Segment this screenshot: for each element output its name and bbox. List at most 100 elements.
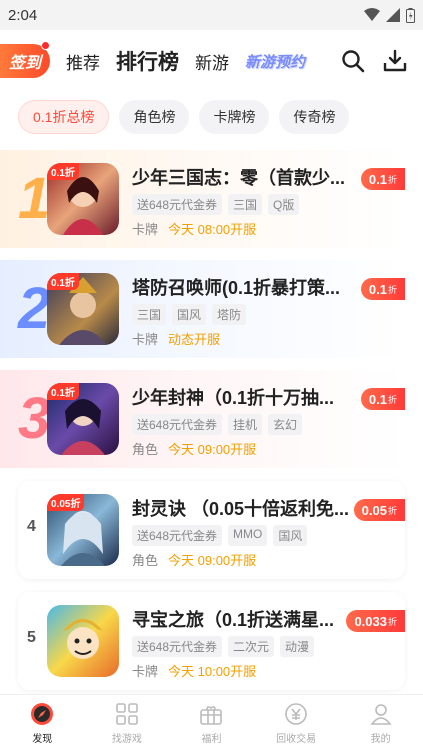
discount-value: 0.1 (368, 281, 387, 297)
search-icon[interactable] (341, 49, 365, 73)
game-category: 卡牌 (132, 332, 159, 347)
game-tag: 送648元代金券 (132, 414, 223, 435)
game-tag: 二次元 (228, 636, 275, 657)
rank-number: 3 (18, 386, 51, 451)
discount-badge: 0.1 折 (360, 388, 405, 410)
signal-icon (386, 8, 400, 22)
icon-badge: 0.05折 (47, 494, 85, 511)
recycle-coin-icon (285, 703, 307, 725)
server-open-time: 今天 10:00开服 (168, 664, 257, 679)
server-open-time: 动态开服 (168, 332, 221, 347)
chip-legend[interactable]: 传奇榜 (279, 100, 350, 134)
game-tag: 玄幻 (268, 414, 303, 435)
game-tag: 送648元代金券 (132, 525, 223, 546)
game-card[interactable]: 4 0.05折 封灵诀 （0.05十倍返利免... 送648元代金券 MMO 国… (18, 481, 405, 579)
tab-preorder[interactable]: 新游预约 (245, 51, 305, 72)
bottom-nav-label: 找游戏 (111, 734, 142, 745)
top-nav: 签到 推荐 排行榜 新游 新游预约 (0, 30, 423, 92)
gift-icon (200, 706, 223, 725)
status-bar: 2:04 (0, 0, 423, 30)
game-category: 角色 (132, 442, 159, 457)
bottom-nav-welfare[interactable]: 福利 (169, 695, 254, 752)
bottom-nav-label: 福利 (201, 734, 222, 745)
download-icon[interactable] (383, 49, 407, 73)
discount-unit: 折 (387, 174, 397, 185)
game-tag: 动漫 (280, 636, 315, 657)
game-tag: 三国 (132, 304, 167, 325)
signin-button[interactable]: 签到 (0, 41, 50, 78)
server-open-time: 今天 09:00开服 (168, 553, 257, 568)
game-category: 卡牌 (132, 664, 159, 679)
discount-unit: 折 (387, 284, 397, 295)
discount-badge: 0.033 折 (346, 610, 405, 632)
bottom-nav-label: 我的 (370, 734, 391, 745)
discount-value: 0.1 (368, 391, 387, 407)
discount-unit: 折 (387, 505, 397, 516)
discount-badge: 0.1 折 (360, 278, 405, 300)
discount-value: 0.1 (368, 171, 387, 187)
game-card[interactable]: 2 0.1折 塔防召唤师(0.1折暴打策... 三国 国风 塔防 卡牌 动态开服… (0, 260, 405, 358)
icon-badge: 0.1折 (47, 383, 79, 400)
game-tag: 三国 (228, 194, 263, 215)
chip-overall[interactable]: 0.1折总榜 (18, 100, 110, 134)
game-tag: 国风 (172, 304, 207, 325)
discount-value: 0.05 (361, 502, 387, 518)
chip-card[interactable]: 卡牌榜 (199, 100, 270, 134)
bottom-nav-label: 回收交易 (276, 734, 317, 745)
game-icon[interactable] (47, 605, 119, 677)
bottom-nav-discover[interactable]: 发现 (0, 695, 85, 752)
bottom-nav-recycle-trade[interactable]: 回收交易 (254, 695, 339, 752)
bottom-nav: 发现 找游戏 福利 回收交易 我的 (0, 694, 423, 752)
rank-number: 5 (27, 629, 36, 646)
game-icon[interactable]: 0.1折 (47, 163, 119, 235)
tab-recommend[interactable]: 推荐 (66, 49, 100, 74)
game-tag: MMO (228, 525, 268, 546)
icon-badge: 0.1折 (47, 163, 79, 180)
rank-number: 2 (18, 276, 51, 341)
user-icon (370, 704, 392, 725)
game-icon[interactable]: 0.1折 (47, 273, 119, 345)
game-category: 卡牌 (132, 222, 159, 237)
status-time: 2:04 (8, 6, 38, 24)
game-title: 寻宝之旅（0.1折送满星... (132, 610, 335, 630)
compass-icon (31, 703, 54, 725)
bottom-nav-label: 发现 (32, 734, 53, 745)
game-icon[interactable]: 0.1折 (47, 383, 119, 455)
game-title: 少年三国志：零（首款少... (132, 168, 346, 188)
bottom-nav-mine[interactable]: 我的 (338, 695, 423, 752)
chip-role[interactable]: 角色榜 (119, 100, 190, 134)
game-tag: 塔防 (212, 304, 247, 325)
game-card[interactable]: 1 0.1折 少年三国志：零（首款少... 送648元代金券 三国 Q版 卡牌 … (0, 150, 405, 248)
grid-icon (116, 703, 138, 725)
game-tag: 送648元代金券 (132, 636, 223, 657)
discount-badge: 0.05 折 (353, 499, 405, 521)
game-tag: Q版 (268, 194, 300, 215)
icon-badge: 0.1折 (47, 273, 79, 290)
notification-dot (41, 41, 50, 50)
game-category: 角色 (132, 553, 159, 568)
tab-rankings[interactable]: 排行榜 (116, 46, 179, 76)
bottom-nav-find-games[interactable]: 找游戏 (85, 695, 170, 752)
game-title: 封灵诀 （0.05十倍返利免... (132, 499, 350, 519)
discount-unit: 折 (387, 394, 397, 405)
status-icons (364, 7, 415, 23)
signin-label: 签到 (8, 55, 41, 72)
battery-icon (406, 7, 415, 23)
wifi-icon (364, 8, 380, 21)
game-tag: 国风 (273, 525, 308, 546)
game-icon[interactable]: 0.05折 (47, 494, 119, 566)
ranking-category-chips: 0.1折总榜 角色榜 卡牌榜 传奇榜 (0, 100, 423, 140)
discount-value: 0.033 (354, 613, 387, 629)
tab-new-games[interactable]: 新游 (195, 49, 229, 74)
game-tag: 挂机 (228, 414, 263, 435)
rank-number: 4 (27, 518, 36, 535)
server-open-time: 今天 08:00开服 (168, 222, 257, 237)
discount-badge: 0.1 折 (360, 168, 405, 190)
game-tag: 送648元代金券 (132, 194, 223, 215)
discount-unit: 折 (387, 616, 397, 627)
game-card[interactable]: 5 寻宝之旅（0.1折送满星... 送648元代金券 二次元 动漫 卡牌 今天 … (18, 592, 405, 690)
game-title: 塔防召唤师(0.1折暴打策... (132, 278, 341, 298)
server-open-time: 今天 09:00开服 (168, 442, 257, 457)
rank-number: 1 (18, 166, 51, 231)
game-card[interactable]: 3 0.1折 少年封神（0.1折十万抽... 送648元代金券 挂机 玄幻 角色… (0, 370, 405, 468)
